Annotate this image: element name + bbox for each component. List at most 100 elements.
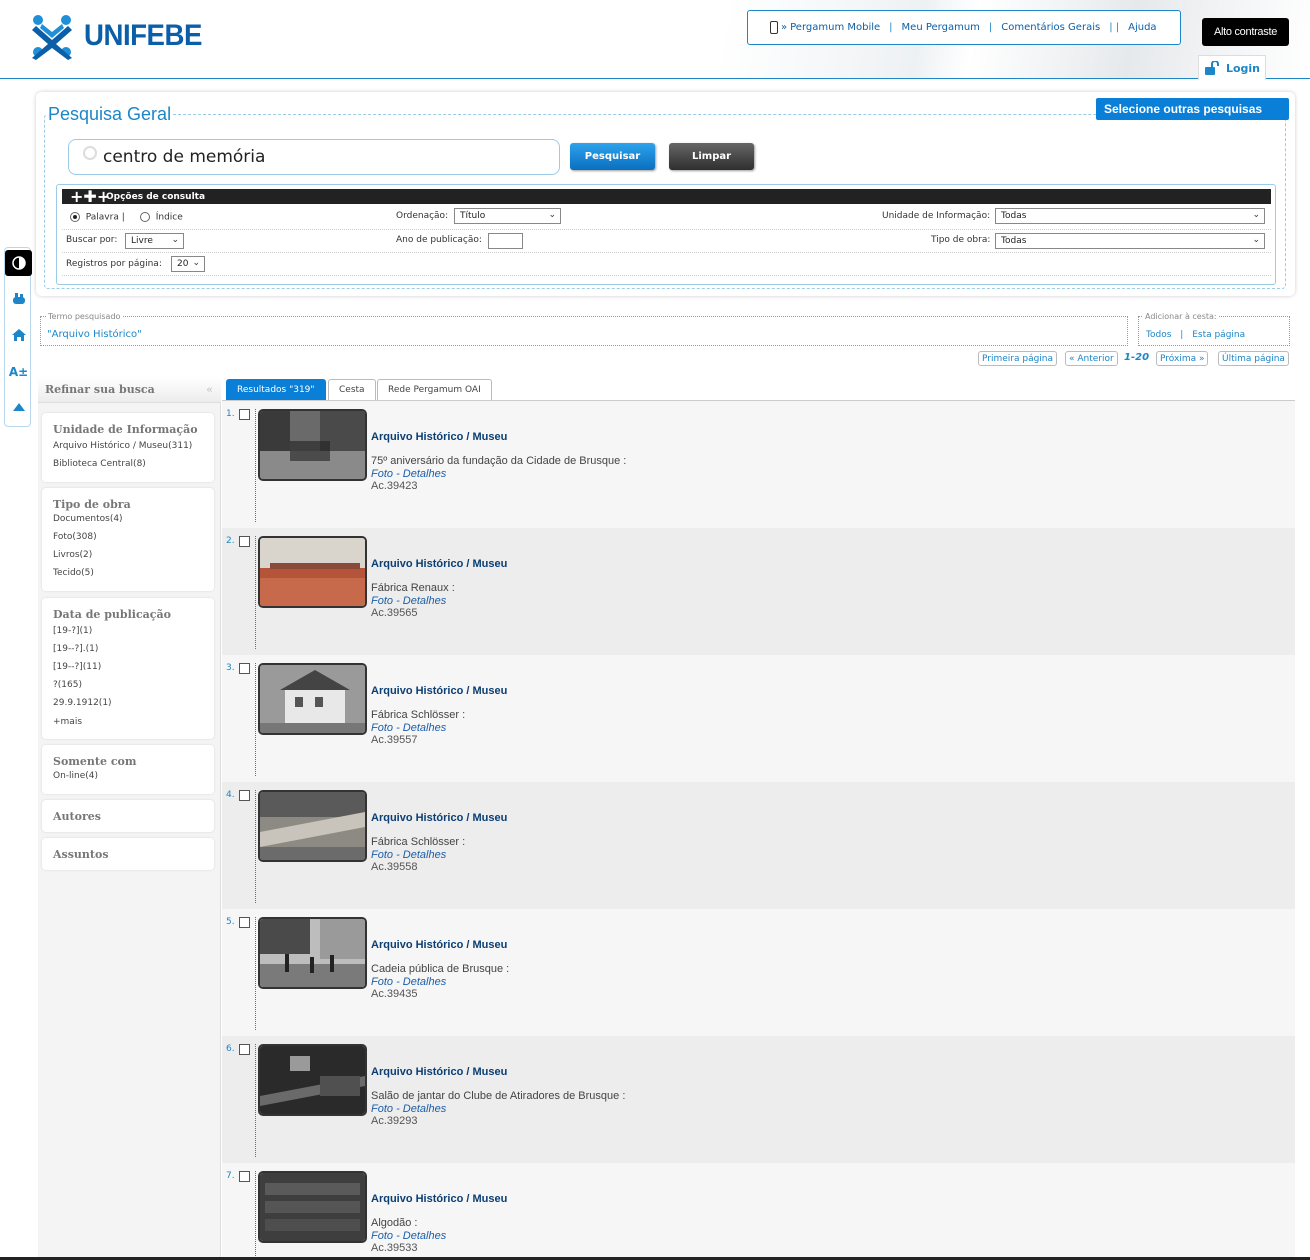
basket-page-link[interactable]: Esta página bbox=[1192, 330, 1245, 340]
facet-item[interactable]: Biblioteca Central(8) bbox=[53, 459, 146, 469]
query-options: +✚+ Opções de consulta Palavra | Índice … bbox=[56, 184, 1276, 285]
result-type-link[interactable]: Foto - Detalhes bbox=[371, 595, 446, 607]
result-type-link[interactable]: Foto - Detalhes bbox=[371, 1103, 446, 1115]
result-type-link[interactable]: Foto - Detalhes bbox=[371, 468, 446, 480]
facet-item[interactable]: [19-?](1) bbox=[53, 626, 92, 636]
options-row-3: Registros por página: 20 ⌄ bbox=[62, 253, 1271, 276]
result-checkbox[interactable] bbox=[239, 1044, 250, 1055]
list-item: 7. Arquivo Histórico / Museu Algodão : F… bbox=[222, 1163, 1295, 1260]
result-type-link[interactable]: Foto - Detalhes bbox=[371, 722, 446, 734]
prev-page-link[interactable]: « Anterior bbox=[1065, 351, 1118, 366]
photo-thumbnail bbox=[260, 919, 365, 987]
search-input[interactable]: centro de memória bbox=[68, 139, 560, 175]
result-thumbnail[interactable] bbox=[258, 917, 367, 989]
result-checkbox[interactable] bbox=[239, 409, 250, 420]
facet-item[interactable]: Documentos(4) bbox=[53, 514, 123, 524]
facet-item[interactable]: [19--?](11) bbox=[53, 662, 101, 672]
login-button[interactable]: Login bbox=[1198, 55, 1266, 80]
facet-item[interactable]: Tecido(5) bbox=[53, 568, 94, 578]
photo-thumbnail bbox=[260, 1173, 365, 1241]
result-number: 6. bbox=[226, 1044, 235, 1054]
result-thumbnail[interactable] bbox=[258, 663, 367, 735]
clear-button[interactable]: Limpar bbox=[669, 143, 754, 170]
photo-thumbnail bbox=[260, 1046, 365, 1114]
tab-cesta[interactable]: Cesta bbox=[328, 379, 376, 400]
facet-item[interactable]: 29.9.1912(1) bbox=[53, 698, 112, 708]
tab-results[interactable]: Resultados "319" bbox=[226, 379, 326, 400]
unifebe-logo[interactable]: UNIFEBE bbox=[28, 12, 212, 60]
tab-rede-pergamum-oai[interactable]: Rede Pergamum OAI bbox=[377, 379, 492, 400]
result-checkbox[interactable] bbox=[239, 1171, 250, 1182]
result-checkbox[interactable] bbox=[239, 663, 250, 674]
scroll-top-button[interactable] bbox=[5, 396, 32, 418]
libras-button[interactable] bbox=[5, 288, 32, 310]
divider bbox=[255, 409, 256, 522]
home-button[interactable] bbox=[5, 324, 32, 346]
result-thumbnail[interactable] bbox=[258, 536, 367, 608]
facet-item[interactable]: Livros(2) bbox=[53, 550, 92, 560]
result-accession: Ac.39435 bbox=[371, 988, 418, 1000]
first-page-link[interactable]: Primeira página bbox=[978, 351, 1058, 366]
facet-assuntos[interactable]: Assuntos bbox=[42, 838, 214, 870]
tipo-select[interactable]: Todas ⌄ bbox=[995, 233, 1265, 249]
options-header[interactable]: +✚+ Opções de consulta bbox=[62, 187, 1271, 206]
result-type-link[interactable]: Foto - Detalhes bbox=[371, 849, 446, 861]
result-checkbox[interactable] bbox=[239, 917, 250, 928]
link-comentarios-gerais[interactable]: Comentários Gerais bbox=[1001, 22, 1100, 33]
link-pergamum-mobile[interactable]: Pergamum Mobile bbox=[790, 22, 880, 33]
result-thumbnail[interactable] bbox=[258, 409, 367, 481]
separator: | bbox=[889, 22, 893, 33]
facet-item[interactable]: ?(165) bbox=[53, 680, 82, 690]
radio-palavra-label: Palavra bbox=[85, 212, 119, 223]
facet-item[interactable]: [19--?].(1) bbox=[53, 644, 98, 654]
select-other-searches-button[interactable]: Selecione outras pesquisas bbox=[1096, 98, 1289, 120]
unidade-select[interactable]: Todas ⌄ bbox=[995, 208, 1265, 224]
hands-icon bbox=[12, 293, 25, 304]
link-ajuda[interactable]: Ajuda bbox=[1128, 22, 1156, 33]
radio-indice[interactable]: Índice bbox=[140, 212, 183, 223]
result-accession: Ac.39533 bbox=[371, 1242, 418, 1254]
logo-text: UNIFEBE bbox=[84, 19, 202, 52]
result-thumbnail[interactable] bbox=[258, 790, 367, 862]
options-title: Opções de consulta bbox=[106, 191, 206, 202]
list-item: 5. Arquivo Histórico / Museu Cadeia públ… bbox=[222, 909, 1295, 1036]
ano-label: Ano de publicação: bbox=[396, 235, 482, 245]
divider bbox=[255, 790, 256, 903]
collapse-icon[interactable]: « bbox=[206, 383, 213, 396]
result-type-link[interactable]: Foto - Detalhes bbox=[371, 976, 446, 988]
photo-thumbnail bbox=[260, 538, 365, 606]
registros-select[interactable]: 20 ⌄ bbox=[171, 256, 205, 272]
facet-more-link[interactable]: +mais bbox=[53, 717, 82, 727]
font-size-icon: A± bbox=[8, 365, 29, 379]
basket-all-link[interactable]: Todos bbox=[1146, 330, 1171, 340]
result-type-link[interactable]: Foto - Detalhes bbox=[371, 1230, 446, 1242]
result-collection: Arquivo Histórico / Museu bbox=[371, 939, 508, 951]
result-thumbnail[interactable] bbox=[258, 1044, 367, 1116]
result-number: 4. bbox=[226, 790, 235, 800]
facet-tipo-obra: Tipo de obra Documentos(4) Foto(308) Liv… bbox=[42, 488, 214, 591]
facet-item[interactable]: Arquivo Histórico / Museu(311) bbox=[53, 441, 192, 451]
search-button[interactable]: Pesquisar bbox=[570, 143, 655, 170]
facet-autores[interactable]: Autores bbox=[42, 800, 214, 832]
chevron-down-icon: ⌄ bbox=[192, 258, 200, 268]
result-checkbox[interactable] bbox=[239, 536, 250, 547]
result-thumbnail[interactable] bbox=[258, 1171, 367, 1243]
photo-thumbnail bbox=[260, 792, 365, 860]
link-meu-pergamum[interactable]: Meu Pergamum bbox=[902, 22, 980, 33]
contrast-toggle[interactable] bbox=[5, 250, 32, 276]
ordenacao-select[interactable]: Título ⌄ bbox=[454, 208, 561, 224]
login-label: Login bbox=[1225, 61, 1261, 75]
last-page-link[interactable]: Última página bbox=[1218, 351, 1289, 366]
result-checkbox[interactable] bbox=[239, 790, 250, 801]
buscar-select[interactable]: Livre ⌄ bbox=[125, 233, 184, 249]
facet-item[interactable]: Foto(308) bbox=[53, 532, 97, 542]
radio-palavra[interactable]: Palavra | bbox=[70, 212, 125, 223]
facet-item[interactable]: On-line(4) bbox=[53, 771, 98, 781]
chevron-down-icon: ⌄ bbox=[548, 210, 556, 220]
home-icon bbox=[11, 329, 26, 341]
high-contrast-button[interactable]: Alto contraste bbox=[1202, 18, 1289, 46]
font-size-button[interactable]: A± bbox=[5, 361, 32, 383]
next-page-link[interactable]: Próxima » bbox=[1156, 351, 1209, 366]
chevron-down-icon: ⌄ bbox=[1252, 210, 1260, 220]
ano-input[interactable] bbox=[488, 233, 523, 249]
